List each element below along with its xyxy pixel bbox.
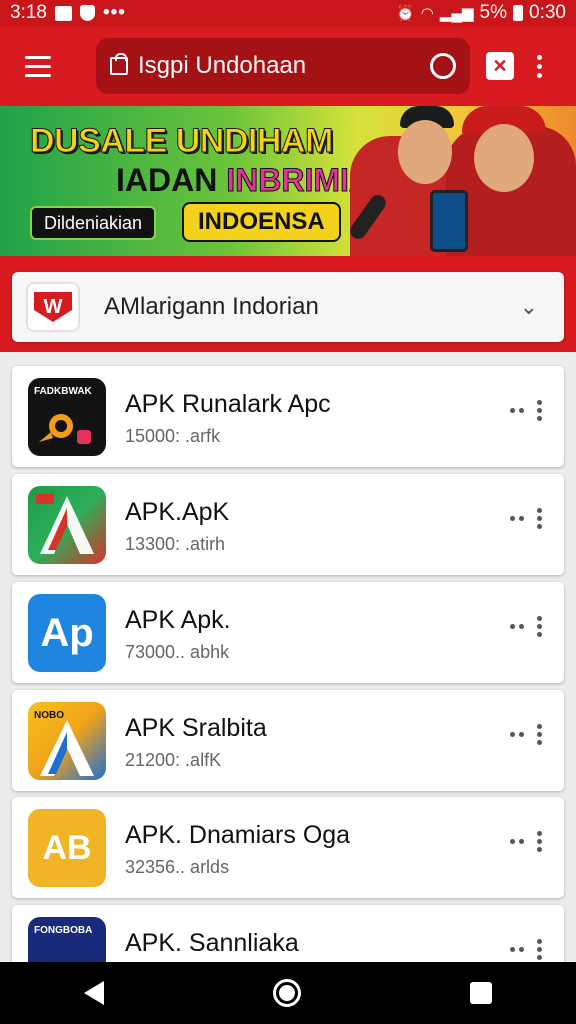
- app-meta: 32356.. arlds: [125, 857, 230, 877]
- more-options-icon[interactable]: [510, 724, 542, 745]
- signal-icon: ▂▄▆: [439, 5, 474, 22]
- app-name: APK Sralbita: [125, 714, 267, 742]
- more-options-icon[interactable]: [510, 939, 542, 960]
- app-list-item[interactable]: AB APK. Dnamiars Oga 32356.. arlds: [12, 797, 564, 898]
- app-list-item[interactable]: NOBO APK Sralbita 21200: .alfK: [12, 690, 564, 791]
- app-bar: Isgpi Undohaan ✕: [0, 26, 576, 106]
- app-meta: 15000: .arfk: [125, 426, 221, 446]
- more-options-icon[interactable]: [510, 400, 542, 421]
- app-name: APK Runalark Apc: [125, 390, 331, 418]
- more-notifications-icon: •••: [102, 2, 126, 23]
- app-icon: FADKBWAK: [28, 378, 106, 456]
- system-nav-bar: [0, 962, 576, 1024]
- store-icon[interactable]: ✕: [486, 52, 514, 80]
- more-options-icon[interactable]: [510, 831, 542, 852]
- app-icon: [28, 486, 106, 564]
- app-name: APK. Sannliaka: [125, 929, 299, 957]
- category-logo-letter: W: [34, 292, 72, 322]
- promo-banner[interactable]: DUSALE UNDIHAM IADAN INBRIMIA! Dildeniak…: [0, 106, 576, 256]
- app-icon: AB: [28, 809, 106, 887]
- message-icon: [54, 5, 72, 21]
- alarm-icon: ⏰: [396, 5, 415, 22]
- banner-face-left: [398, 120, 452, 184]
- wifi-icon: ◠: [420, 5, 434, 22]
- app-name: APK Apk.: [125, 606, 231, 634]
- app-icon-text: Ap: [40, 610, 94, 655]
- battery-icon: [513, 5, 524, 21]
- app-name: APK. Dnamiars Oga: [125, 821, 351, 849]
- back-icon[interactable]: [84, 981, 105, 1005]
- app-icon: Ap: [28, 594, 106, 672]
- chevron-down-icon[interactable]: ⌄: [520, 294, 538, 320]
- status-clock: 0:30: [529, 2, 566, 23]
- banner-face-right: [474, 124, 534, 192]
- status-bar: 3:18 ••• ⏰ ◠ ▂▄▆ 5% 0:30: [0, 0, 576, 26]
- search-icon[interactable]: [430, 53, 456, 79]
- app-icon: NOBO: [28, 702, 106, 780]
- app-icon-text: FADKBWAK: [34, 386, 92, 397]
- search-input[interactable]: Isgpi Undohaan: [138, 52, 430, 80]
- category-logo-icon: W: [26, 282, 80, 332]
- app-list-item[interactable]: Ap APK Apk. 73000.. abhk: [12, 582, 564, 683]
- more-options-icon[interactable]: [510, 616, 542, 637]
- shopping-bag-icon: [110, 53, 128, 75]
- app-meta: 73000.. abhk: [125, 642, 230, 662]
- battery-percent: 5%: [479, 2, 508, 23]
- more-options-icon[interactable]: [510, 508, 542, 529]
- status-time: 3:18: [10, 2, 47, 23]
- app-meta: 21200: .alfK: [125, 750, 222, 770]
- category-label: AMlarigann Indorian: [104, 293, 319, 320]
- menu-icon[interactable]: [14, 42, 62, 90]
- shield-icon: [79, 5, 95, 21]
- banner-headline: DUSALE UNDIHAM: [30, 122, 334, 161]
- search-bar[interactable]: Isgpi Undohaan: [96, 38, 470, 94]
- app-meta: 13300: .atirh: [125, 534, 226, 554]
- phone-icon: [430, 190, 468, 252]
- banner-pill-left[interactable]: Dildeniakian: [30, 206, 157, 240]
- banner-subheadline: IADAN INBRIMIA!: [116, 162, 383, 199]
- app-icon-text: AB: [42, 828, 92, 867]
- app-name: APK.ApK: [125, 498, 230, 526]
- banner-subheadline-a: IADAN: [116, 162, 227, 198]
- overflow-menu-icon[interactable]: [534, 54, 544, 78]
- category-selector[interactable]: W AMlarigann Indorian ⌄: [12, 272, 564, 342]
- app-icon-text: FONGBOBA: [34, 925, 93, 936]
- banner-pill-right[interactable]: INDOENSA: [182, 202, 341, 242]
- home-icon[interactable]: [272, 979, 301, 1007]
- app-list-item[interactable]: FADKBWAK APK Runalark Apc 15000: .arfk: [12, 366, 564, 467]
- app-icon-text: NOBO: [34, 710, 64, 721]
- app-list-item[interactable]: APK.ApK 13300: .atirh: [12, 474, 564, 575]
- recents-icon[interactable]: [469, 982, 492, 1004]
